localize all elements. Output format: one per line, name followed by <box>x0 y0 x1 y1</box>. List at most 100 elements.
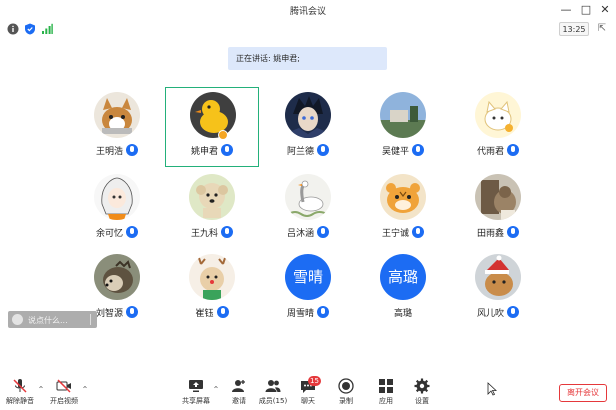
mic-icon <box>126 226 138 238</box>
apps-button[interactable]: 应用 <box>368 378 404 408</box>
christmas-cat-icon <box>475 254 521 300</box>
emoji-icon[interactable] <box>12 314 23 325</box>
mic-icon <box>412 144 424 156</box>
hedgehog-icon <box>94 254 140 300</box>
unmute-label: 解除静音 <box>6 397 34 405</box>
participant-name: 高璐 <box>393 309 412 319</box>
participant-tile[interactable]: 余可忆 <box>70 170 164 250</box>
unmute-button[interactable]: 解除静音 <box>2 378 38 408</box>
participant-tile[interactable]: 代雨君 <box>451 88 545 168</box>
minimize-icon[interactable]: — <box>558 2 574 18</box>
mic-icon <box>412 226 424 238</box>
fullscreen-icon[interactable]: ⇱ <box>596 23 608 35</box>
record-label: 录制 <box>339 397 353 405</box>
chat-input[interactable]: 说点什么... <box>8 311 97 328</box>
participant-tile[interactable]: 风儿吹 <box>451 250 545 330</box>
mic-icon <box>317 144 329 156</box>
invite-button[interactable]: 邀请 <box>221 378 257 408</box>
meeting-clock: 13:25 <box>559 22 589 36</box>
record-icon <box>338 378 354 394</box>
share-options-chevron-icon[interactable]: ⌃ <box>212 386 220 394</box>
meeting-window: 腾讯会议 — □ ✕ 13:25 ⇱ 正在讲话: 姚申君; 王明浩 姚申君 阿兰… <box>0 0 616 410</box>
cat-icon <box>94 92 140 138</box>
window-title: 腾讯会议 <box>289 7 326 17</box>
participant-tile[interactable]: 崔钰 <box>165 250 259 330</box>
host-badge <box>218 130 228 140</box>
tiger-cartoon-icon <box>380 174 426 220</box>
participant-name: 余可忆 <box>95 229 123 239</box>
apps-icon <box>379 379 393 393</box>
chat-label: 聊天 <box>301 397 315 405</box>
mic-icon <box>317 226 329 238</box>
text-avatar: 雪晴 <box>285 254 331 300</box>
text-avatar: 高璐 <box>380 254 426 300</box>
info-icon[interactable] <box>7 23 19 35</box>
start-video-button[interactable]: 开启视频 <box>46 378 82 408</box>
divider <box>90 314 91 325</box>
status-row: 13:25 ⇱ <box>0 20 616 38</box>
participant-name: 周雪晴 <box>286 309 314 319</box>
reindeer-cartoon-icon <box>189 254 235 300</box>
participant-name: 刘智源 <box>95 309 123 319</box>
leave-meeting-button[interactable]: 离开会议 <box>559 384 607 402</box>
participant-name: 姚申君 <box>190 147 218 157</box>
anime-boy-icon <box>285 92 331 138</box>
video-label: 开启视频 <box>50 397 78 405</box>
puppy-icon <box>189 174 235 220</box>
share-label: 共享屏幕 <box>182 397 210 405</box>
mic-icon <box>126 306 138 318</box>
gear-icon <box>414 378 430 394</box>
participant-name: 王宁诚 <box>381 229 409 239</box>
participant-name: 风儿吹 <box>476 309 504 319</box>
participant-tile[interactable]: 王明浩 <box>70 88 164 168</box>
participant-name: 阿兰德 <box>286 147 314 157</box>
mic-icon <box>221 144 233 156</box>
chat-button[interactable]: 15 聊天 <box>290 376 326 408</box>
members-button[interactable]: 成员(15) <box>255 378 291 408</box>
participant-tile[interactable]: 吕沐涵 <box>261 170 355 250</box>
participant-tile[interactable]: 吴健平 <box>356 88 450 168</box>
participant-name: 王明浩 <box>95 147 123 157</box>
chat-placeholder: 说点什么... <box>28 316 68 325</box>
photo-icon <box>475 174 521 220</box>
video-options-chevron-icon[interactable]: ⌃ <box>81 386 89 394</box>
participant-tile[interactable]: 阿兰德 <box>261 88 355 168</box>
record-button[interactable]: 录制 <box>328 378 364 408</box>
speaking-banner: 正在讲话: 姚申君; <box>228 47 387 70</box>
participant-name: 吕沐涵 <box>286 229 314 239</box>
mic-icon <box>221 226 233 238</box>
shield-icon[interactable] <box>24 23 36 35</box>
participant-name: 代雨君 <box>476 147 504 157</box>
participant-name: 崔钰 <box>195 309 214 319</box>
mic-icon <box>507 144 519 156</box>
anime-girl-icon <box>94 174 140 220</box>
participant-tile[interactable]: 高璐 高璐 <box>356 250 450 330</box>
participant-tile[interactable]: 田雨鑫 <box>451 170 545 250</box>
meeting-toolbar: 解除静音 ⌃ 开启视频 ⌃ 共享屏幕 ⌃ 邀请 成员(15) 15 聊天 录制 <box>0 376 616 410</box>
settings-label: 设置 <box>415 397 429 405</box>
goose-icon <box>285 174 331 220</box>
participant-tile[interactable]: 王九科 <box>165 170 259 250</box>
mic-muted-icon <box>13 379 27 393</box>
landscape-icon <box>380 92 426 138</box>
participant-name: 吴健平 <box>381 147 409 157</box>
mic-icon <box>507 226 519 238</box>
video-off-icon <box>56 379 71 393</box>
close-icon[interactable]: ✕ <box>597 2 613 18</box>
participant-tile[interactable]: 王宁诚 <box>356 170 450 250</box>
settings-button[interactable]: 设置 <box>404 378 440 408</box>
title-bar: 腾讯会议 — □ ✕ <box>0 0 616 20</box>
mouse-cursor-icon <box>487 382 497 396</box>
audio-options-chevron-icon[interactable]: ⌃ <box>37 386 45 394</box>
participant-name: 王九科 <box>190 229 218 239</box>
share-screen-icon <box>189 380 203 392</box>
apps-label: 应用 <box>379 397 393 405</box>
mic-icon <box>317 306 329 318</box>
mic-icon <box>126 144 138 156</box>
maximize-icon[interactable]: □ <box>578 2 594 18</box>
signal-icon[interactable] <box>41 23 53 35</box>
share-screen-button[interactable]: 共享屏幕 <box>178 378 214 408</box>
participant-tile-active[interactable]: 姚申君 <box>165 87 259 167</box>
participant-tile[interactable]: 雪晴 周雪晴 <box>261 250 355 330</box>
invite-label: 邀请 <box>232 397 246 405</box>
